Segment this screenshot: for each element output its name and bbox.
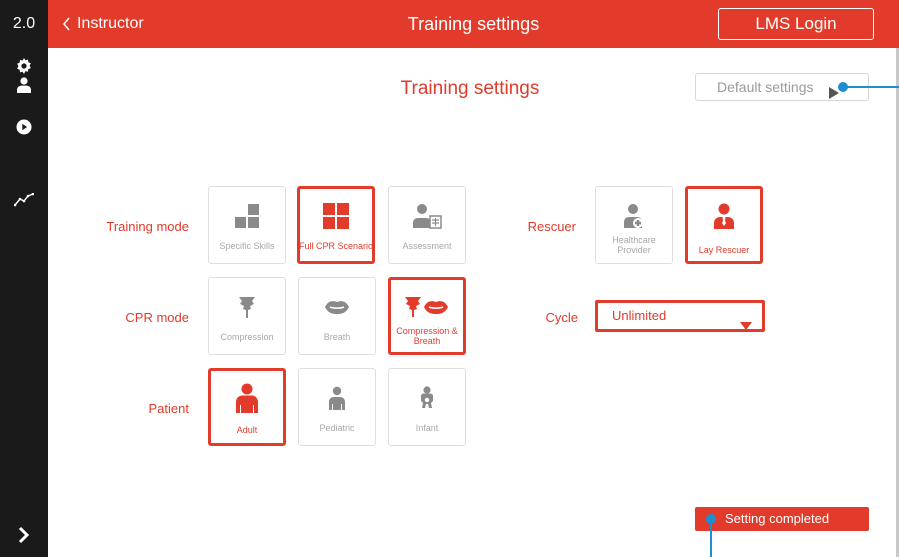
specific-skills-icon (232, 203, 262, 229)
cycle-label: Cycle (545, 310, 578, 325)
option-infant[interactable]: Infant (388, 368, 466, 446)
chevron-left-icon (62, 17, 71, 31)
full-cpr-scenario-icon (321, 203, 351, 229)
option-label: Full CPR Scenario (299, 241, 373, 251)
version-label: 2.0 (12, 15, 36, 32)
chevron-right-icon[interactable] (0, 519, 48, 551)
patient-label: Patient (148, 401, 189, 416)
option-label: Assessment (402, 241, 452, 251)
infant-icon (419, 385, 435, 411)
compression-icon (237, 294, 257, 320)
back-label: Instructor (77, 15, 144, 32)
option-label: Healthcare Provider (612, 235, 656, 255)
option-compression[interactable]: Compression (208, 277, 286, 355)
sidebar: 2.0 (0, 0, 48, 557)
option-specific-skills[interactable]: Specific Skills (208, 186, 286, 264)
play-icon[interactable] (0, 111, 48, 143)
option-pediatric[interactable]: Pediatric (298, 368, 376, 446)
cpr-mode-label: CPR mode (125, 310, 189, 325)
option-label: Adult (236, 425, 258, 435)
option-label: Compression & Breath (396, 326, 458, 346)
back-button[interactable]: Instructor (62, 0, 144, 48)
compression-breath-icon (404, 294, 450, 320)
page-title: Training settings (400, 78, 540, 99)
option-lay-rescuer[interactable]: Lay Rescuer (685, 186, 763, 264)
default-settings-label: Default settings (717, 79, 814, 95)
rescuer-label: Rescuer (527, 219, 576, 234)
option-breath[interactable]: Breath (298, 277, 376, 355)
training-mode-label: Training mode (106, 219, 189, 234)
setting-completed-status: Setting completed (695, 507, 869, 531)
caret-down-icon (740, 313, 752, 339)
callout-line-completed (710, 519, 712, 557)
cycle-dropdown[interactable]: Unlimited (595, 300, 765, 332)
option-label: Pediatric (319, 423, 355, 433)
option-label: Infant (415, 423, 439, 433)
top-bar: Instructor Training settings LMS Login (48, 0, 899, 48)
lms-login-button[interactable]: LMS Login (718, 8, 874, 40)
option-label: Lay Rescuer (698, 245, 750, 255)
user-icon[interactable] (0, 69, 48, 101)
option-label: Compression (220, 332, 274, 342)
option-compression-and-breath[interactable]: Compression & Breath (388, 277, 466, 355)
healthcare-provider-icon (623, 203, 645, 229)
cycle-value: Unlimited (612, 308, 667, 323)
option-assessment[interactable]: Assessment (388, 186, 466, 264)
option-healthcare-provider[interactable]: Healthcare Provider (595, 186, 673, 264)
callout-line-default (843, 86, 899, 88)
pediatric-icon (328, 385, 346, 411)
breath-icon (324, 294, 350, 320)
option-full-cpr-scenario[interactable]: Full CPR Scenario (297, 186, 375, 264)
lay-rescuer-icon (713, 203, 735, 229)
option-adult[interactable]: Adult (208, 368, 286, 446)
trend-icon[interactable] (0, 184, 48, 216)
adult-icon (235, 383, 259, 413)
option-label: Specific Skills (219, 241, 275, 251)
assessment-icon (411, 203, 443, 229)
option-label: Breath (323, 332, 351, 342)
